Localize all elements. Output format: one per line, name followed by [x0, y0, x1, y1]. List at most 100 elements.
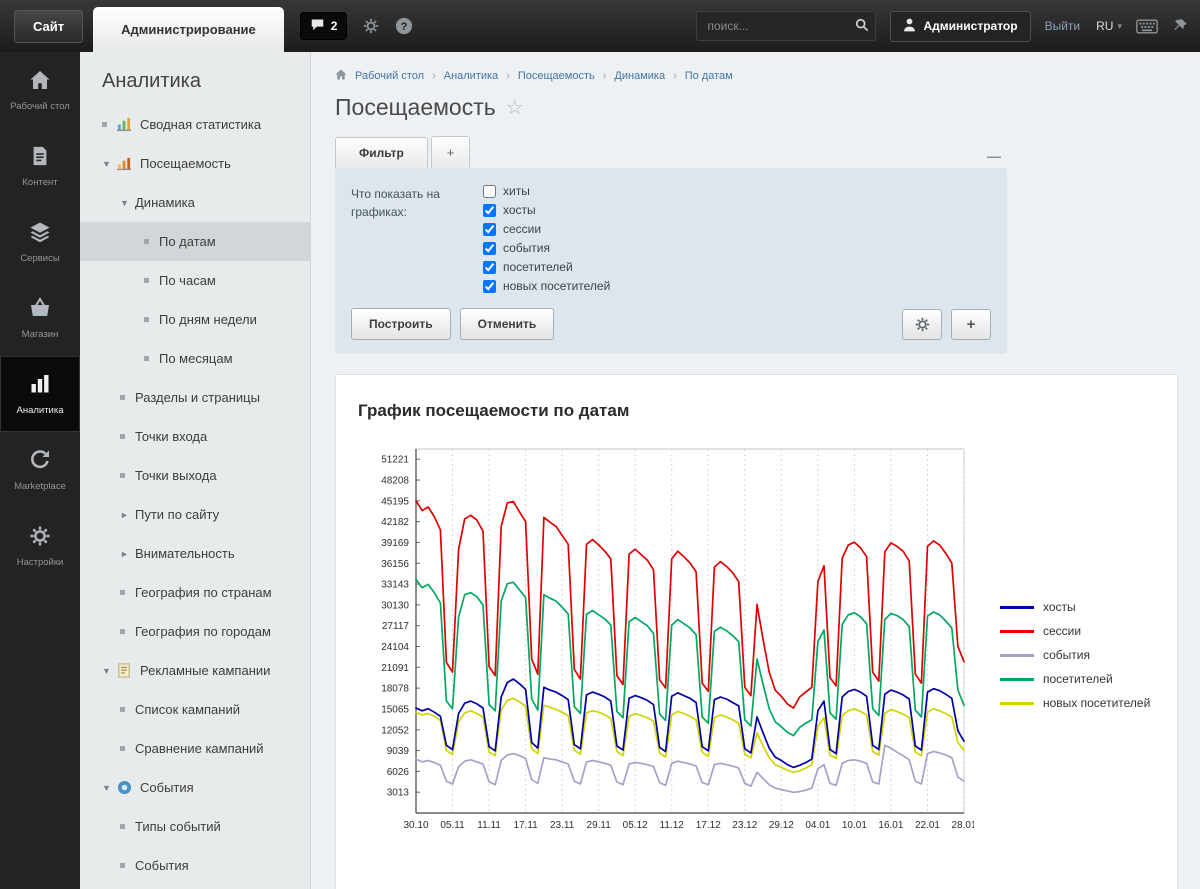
sidebar-item-label: По датам	[159, 234, 216, 249]
sidebar-item-label: Точки выхода	[135, 468, 217, 483]
sidebar-item-dynamics[interactable]: ▼Динамика	[80, 183, 310, 222]
legend-swatch	[1000, 702, 1034, 705]
sidebar-item-label: По дням недели	[159, 312, 257, 327]
app-body: Рабочий столКонтентСервисыМагазинАналити…	[0, 52, 1200, 889]
rail-item-content[interactable]: Контент	[0, 128, 80, 204]
sidebar-item-by-hours[interactable]: По часам	[80, 261, 310, 300]
keyboard-icon[interactable]	[1136, 19, 1158, 34]
settings-gear-icon[interactable]	[362, 17, 380, 35]
sidebar-item-label: Рекламные кампании	[140, 663, 270, 678]
sidebar-item-geo-countries[interactable]: География по странам	[80, 573, 310, 612]
rail-item-shop[interactable]: Магазин	[0, 280, 80, 356]
sidebar-item-site-paths[interactable]: ►Пути по сайту	[80, 495, 310, 534]
breadcrumb-separator: ›	[603, 70, 607, 82]
svg-text:12052: 12052	[381, 725, 409, 736]
sidebar-item-ad-campaigns[interactable]: ▼ Рекламные кампании	[80, 651, 310, 690]
breadcrumb-link[interactable]: Посещаемость	[518, 70, 595, 82]
sidebar-menu: Сводная статистика ▼ Посещаемость ▼Динамика…	[80, 105, 310, 885]
bullet-icon	[120, 434, 125, 439]
sidebar-item-attention[interactable]: ►Внимательность	[80, 534, 310, 573]
tab-filter[interactable]: Фильтр	[335, 137, 428, 168]
sidebar-item-summary-stats[interactable]: Сводная статистика	[80, 105, 310, 144]
sidebar-item-label: По часам	[159, 273, 216, 288]
filter-add-button[interactable]: +	[951, 309, 991, 340]
svg-text:36156: 36156	[381, 559, 409, 570]
sidebar-item-sections-pages[interactable]: Разделы и страницы	[80, 378, 310, 417]
sidebar-item-entry-points[interactable]: Точки входа	[80, 417, 310, 456]
logout-link[interactable]: Выйти	[1045, 19, 1081, 33]
breadcrumb-link[interactable]: Рабочий стол	[355, 70, 424, 82]
checkbox-новых-посетителей[interactable]	[483, 280, 496, 293]
notifications-button[interactable]: 2	[300, 12, 348, 40]
bullet-icon	[120, 473, 125, 478]
sidebar-item-events[interactable]: ▼События	[80, 768, 310, 807]
home-icon[interactable]	[335, 69, 347, 83]
user-button[interactable]: Администратор	[890, 11, 1030, 42]
build-button[interactable]: Построить	[351, 308, 451, 340]
person-icon	[903, 18, 916, 35]
sidebar-item-campaign-compare[interactable]: Сравнение кампаний	[80, 729, 310, 768]
legend-item: события	[1000, 648, 1150, 662]
site-button[interactable]: Сайт	[14, 10, 83, 43]
sidebar-item-label: Посещаемость	[140, 156, 231, 171]
rail-item-label: Контент	[18, 177, 61, 188]
cancel-button[interactable]: Отменить	[460, 308, 555, 340]
chevron-down-icon[interactable]: ▼	[102, 666, 117, 676]
chat-icon	[310, 18, 325, 34]
chevron-down-icon[interactable]: ▼	[102, 159, 117, 169]
rail-item-services[interactable]: Сервисы	[0, 204, 80, 280]
chart-card: График посещаемости по датам 30.1005.111…	[335, 374, 1178, 889]
administration-tab[interactable]: Администрирование	[93, 7, 284, 52]
language-selector[interactable]: RU ▾	[1096, 19, 1122, 33]
chevron-right-icon[interactable]: ►	[120, 549, 135, 559]
checkbox-посетителей[interactable]	[483, 261, 496, 274]
rail-item-marketplace[interactable]: Marketplace	[0, 432, 80, 508]
sidebar-item-exit-points[interactable]: Точки выхода	[80, 456, 310, 495]
add-filter-tab-button[interactable]: +	[431, 136, 471, 168]
sidebar-item-by-months[interactable]: По месяцам	[80, 339, 310, 378]
breadcrumb-link[interactable]: Аналитика	[444, 70, 498, 82]
filter-field-label: Что показать на графиках:	[351, 184, 483, 293]
svg-text:9039: 9039	[387, 746, 410, 757]
svg-text:04.01: 04.01	[805, 820, 830, 831]
sidebar-item-events-list[interactable]: События	[80, 846, 310, 885]
filter-settings-button[interactable]	[902, 309, 942, 340]
svg-text:27117: 27117	[382, 621, 410, 632]
rail-item-desktop[interactable]: Рабочий стол	[0, 52, 80, 128]
svg-text:22.01: 22.01	[915, 820, 940, 831]
sidebar-item-geo-cities[interactable]: География по городам	[80, 612, 310, 651]
sidebar-item-event-types[interactable]: Типы событий	[80, 807, 310, 846]
page-title: Посещаемость	[335, 94, 496, 121]
breadcrumb-link[interactable]: По датам	[685, 70, 733, 82]
favorite-star-icon[interactable]: ☆	[506, 95, 524, 120]
checkbox-сессии[interactable]	[483, 223, 496, 236]
svg-text:33143: 33143	[381, 580, 409, 591]
chevron-down-icon[interactable]: ▼	[102, 783, 117, 793]
sidebar-item-by-weekdays[interactable]: По дням недели	[80, 300, 310, 339]
chevron-right-icon[interactable]: ►	[120, 510, 135, 520]
checkbox-хосты[interactable]	[483, 204, 496, 217]
sidebar-item-attendance[interactable]: ▼ Посещаемость	[80, 144, 310, 183]
sidebar-item-by-dates[interactable]: По датам	[80, 222, 310, 261]
rail-item-analytics[interactable]: Аналитика	[0, 356, 80, 432]
sidebar-item-campaign-list[interactable]: Список кампаний	[80, 690, 310, 729]
collapse-filter-button[interactable]: —	[981, 148, 1007, 168]
marketplace-icon	[28, 448, 52, 475]
sidebar-item-label: Разделы и страницы	[135, 390, 260, 405]
legend-item: хосты	[1000, 600, 1150, 614]
checkbox-хиты[interactable]	[483, 185, 496, 198]
chevron-down-icon[interactable]: ▼	[120, 198, 135, 208]
checkbox-события[interactable]	[483, 242, 496, 255]
svg-text:48208: 48208	[381, 476, 409, 487]
pin-icon[interactable]	[1172, 18, 1188, 34]
breadcrumb-link[interactable]: Динамика	[614, 70, 665, 82]
search-input[interactable]	[696, 11, 876, 41]
settings-icon	[28, 524, 52, 551]
sidebar-item-label: Внимательность	[135, 546, 235, 561]
svg-text:42182: 42182	[381, 517, 409, 528]
rail-item-settings[interactable]: Настройки	[0, 508, 80, 584]
svg-text:?: ?	[401, 21, 408, 33]
help-icon[interactable]: ?	[395, 17, 413, 35]
search-icon[interactable]	[855, 18, 869, 35]
legend-swatch	[1000, 606, 1034, 609]
